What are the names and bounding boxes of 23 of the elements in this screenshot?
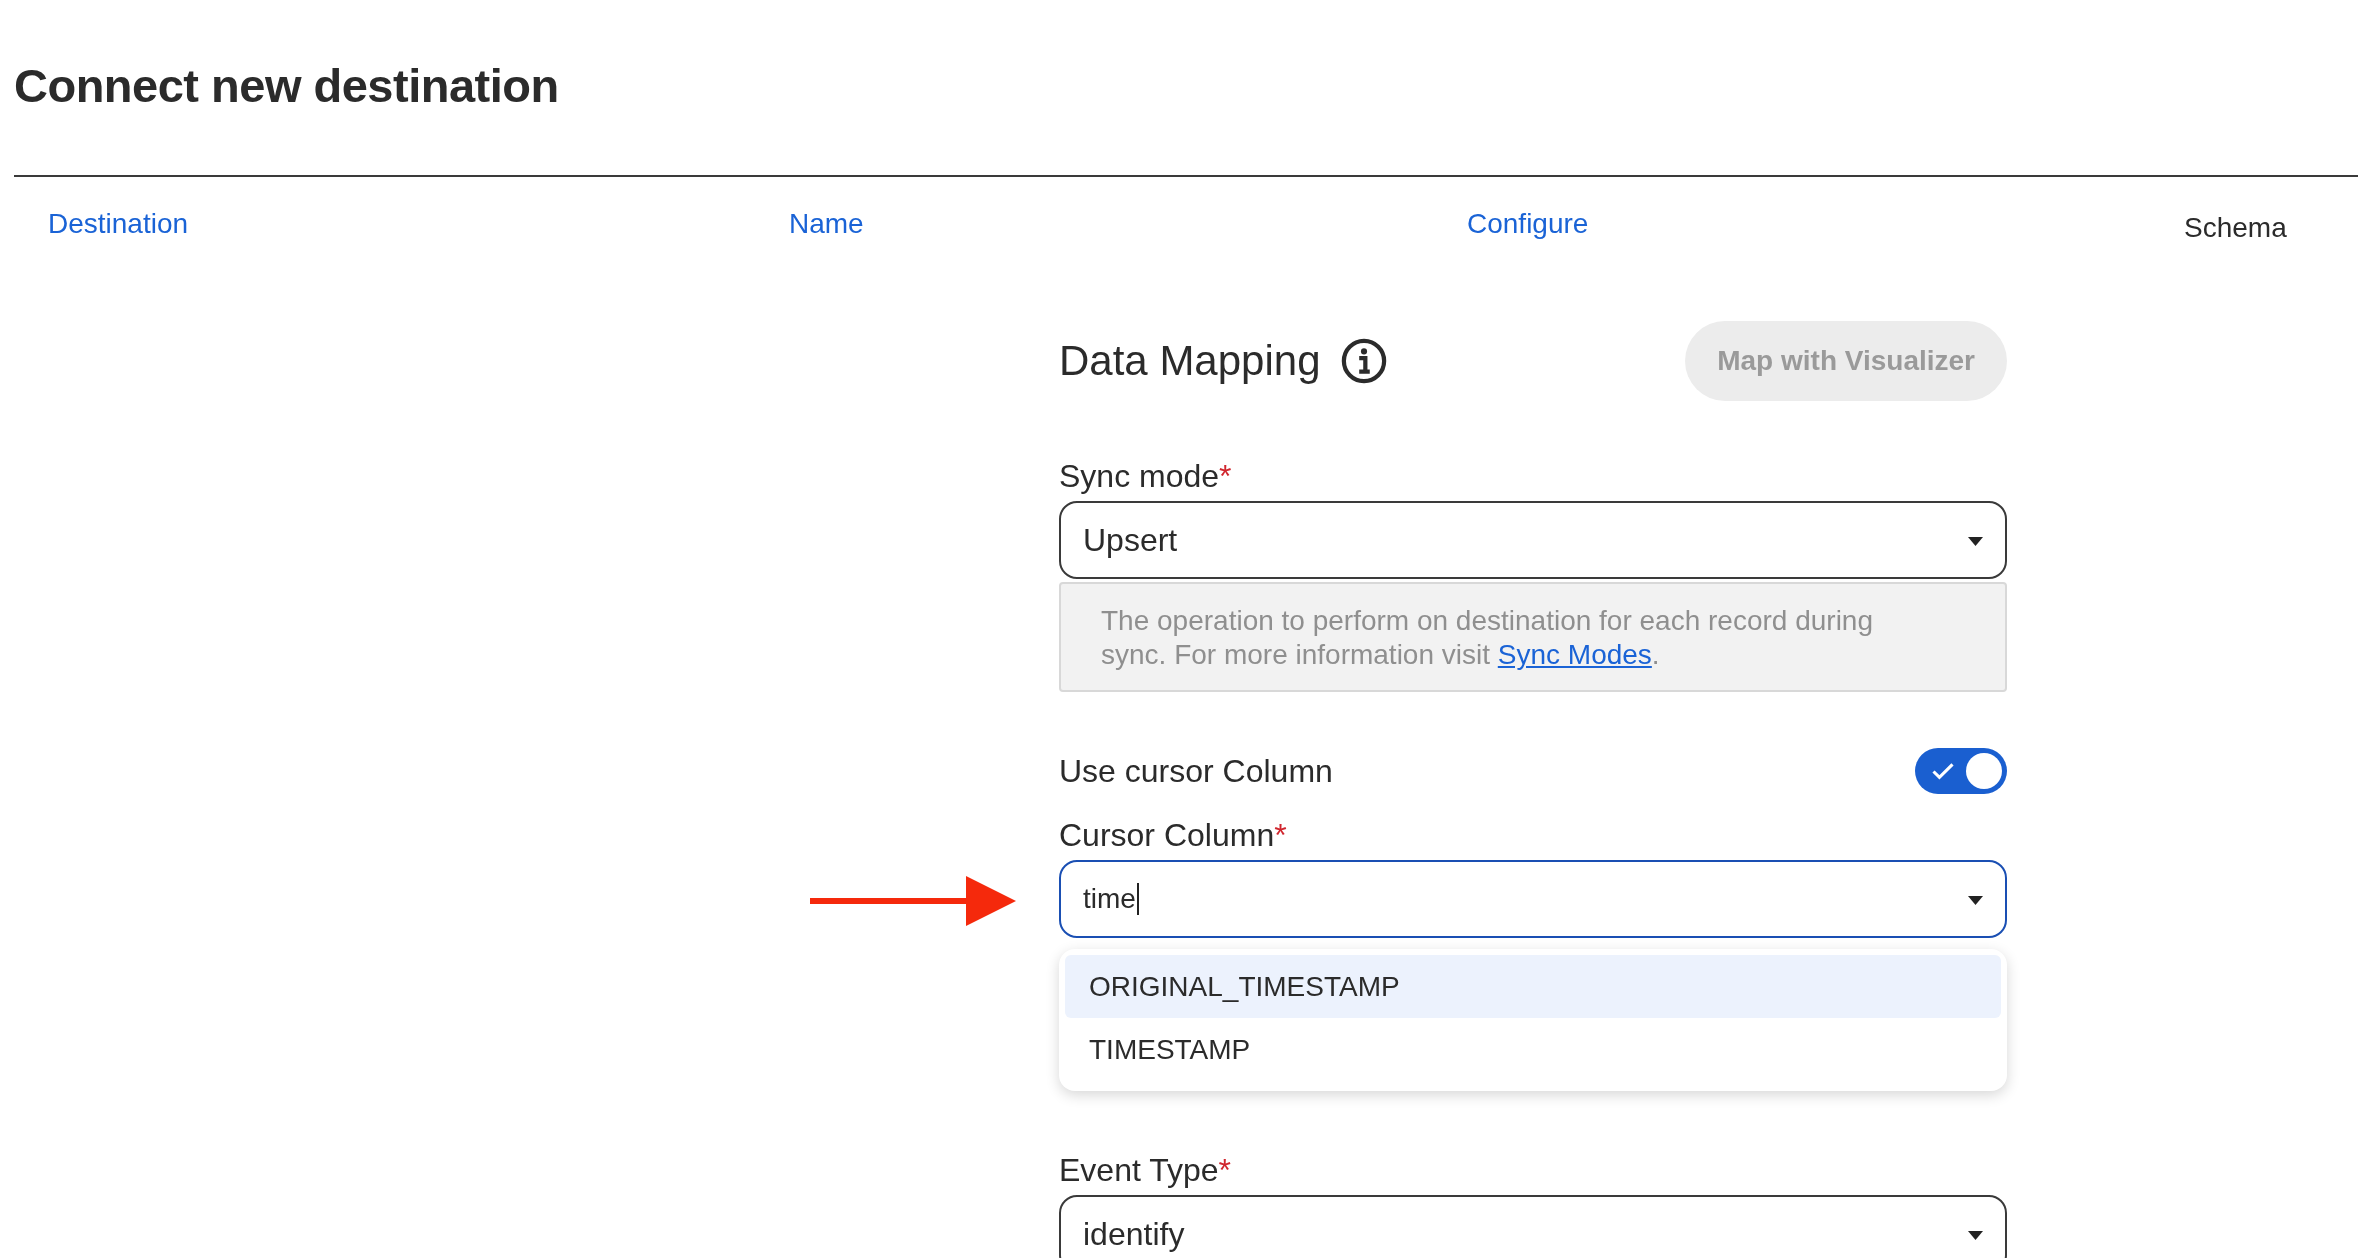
section-title: Data Mapping bbox=[1059, 336, 1321, 386]
check-icon bbox=[1931, 762, 1955, 781]
field-label: Sync mode* bbox=[1059, 457, 1233, 495]
cursor-column-field[interactable]: time bbox=[1059, 860, 2007, 938]
toggle-switch[interactable] bbox=[1915, 748, 2007, 794]
dropdown-option[interactable]: ORIGINAL_TIMESTAMP bbox=[1065, 955, 2001, 1018]
step-link[interactable]: Destination bbox=[48, 207, 789, 245]
step-link[interactable]: Name bbox=[789, 207, 1467, 245]
caret-icon bbox=[1968, 537, 1983, 546]
event-type-select[interactable]: identify bbox=[1059, 1195, 2007, 1258]
sync-modes-link[interactable]: Sync Modes bbox=[1497, 639, 1652, 670]
caret-icon bbox=[1968, 896, 1983, 905]
sync-mode-select[interactable]: Upsert bbox=[1059, 501, 2007, 579]
dropdown-option[interactable]: TIMESTAMP bbox=[1065, 1018, 2001, 1081]
field-label: Event Type* bbox=[1059, 1151, 1232, 1189]
info-icon[interactable] bbox=[1340, 338, 1387, 384]
caret-icon bbox=[1968, 1231, 1983, 1240]
field-label: Cursor Column* bbox=[1059, 816, 1288, 854]
step-link[interactable]: Schema bbox=[2184, 207, 2358, 245]
page-title: Connect new destination bbox=[13, 58, 560, 114]
help-text: The operation to perform on destination for each record during sync. For more information visit Sync Modes. bbox=[1101, 605, 1873, 670]
toggle-label: Use cursor Column bbox=[1059, 752, 1333, 791]
step-link[interactable]: Configure bbox=[1467, 207, 2184, 245]
